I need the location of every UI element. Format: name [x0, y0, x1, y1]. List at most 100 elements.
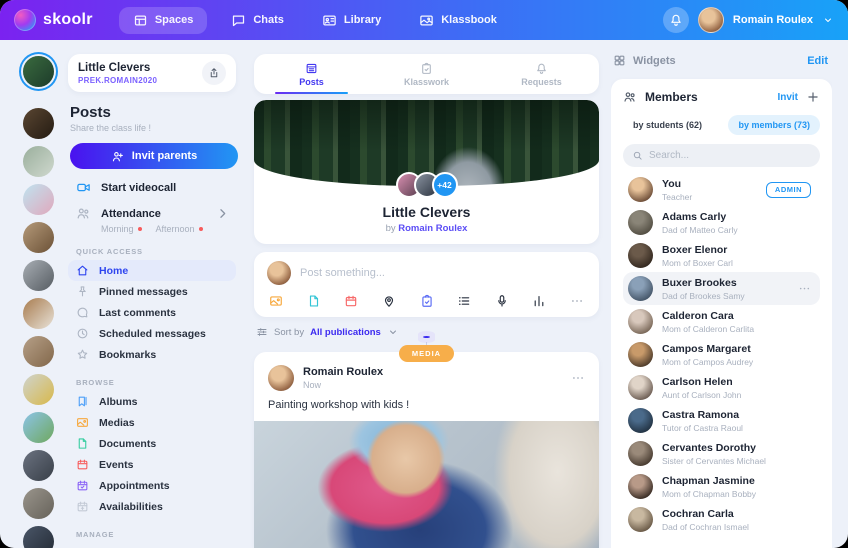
nav-item-label: Library	[344, 14, 381, 26]
member-row[interactable]: Castra RamonaTutor of Castra Raoul	[623, 404, 820, 437]
attach-mic-icon[interactable]	[495, 294, 509, 308]
class-author-link[interactable]: Romain Roulex	[398, 223, 467, 234]
sidebar-item-documents[interactable]: Documents	[68, 433, 236, 454]
member-name: You	[662, 178, 692, 190]
members-tab[interactable]: by members (73)	[728, 115, 820, 135]
content-tabs: PostsKlassworkRequests	[254, 54, 599, 94]
member-row[interactable]: Buxer BrookesDad of Brookes Samy	[623, 272, 820, 305]
post-author-name[interactable]: Romain Roulex	[303, 366, 383, 378]
attach-poll-icon[interactable]	[532, 294, 546, 308]
space-avatar[interactable]	[23, 336, 54, 367]
attach-clipboard-icon[interactable]	[420, 294, 434, 308]
space-avatar[interactable]	[23, 222, 54, 253]
member-row[interactable]: Carlson HelenAunt of Carlson John	[623, 371, 820, 404]
sidebar-item-last-comments[interactable]: Last comments	[68, 302, 236, 323]
attach-list-icon[interactable]	[457, 294, 471, 308]
notifications-button[interactable]	[663, 7, 689, 33]
sidebar-item-pinned-messages[interactable]: Pinned messages	[68, 281, 236, 302]
member-name: Castra Ramona	[662, 409, 743, 421]
sidebar-item-home[interactable]: Home	[68, 260, 236, 281]
chevron-down-icon[interactable]	[822, 14, 834, 26]
user-avatar[interactable]	[698, 7, 724, 33]
attendance-slot[interactable]: Morning	[101, 224, 142, 234]
attach-more-icon[interactable]	[570, 294, 584, 308]
sidebar-item-members[interactable]: Members	[68, 543, 236, 548]
member-row[interactable]: Campos MargaretMom of Campos Audrey	[623, 338, 820, 371]
member-row[interactable]: YouTeacherADMIN	[623, 173, 820, 206]
main-nav: Spaces Chats Library Klassbook	[119, 7, 511, 34]
member-count-badge[interactable]: +42	[432, 172, 458, 198]
attach-media-icon[interactable]	[269, 294, 283, 308]
attach-calendar-icon[interactable]	[344, 294, 358, 308]
members-search[interactable]	[623, 144, 820, 167]
member-row[interactable]: Cochran CarlaDad of Cochran Ismael	[623, 503, 820, 536]
space-avatar[interactable]	[23, 184, 54, 215]
space-avatar[interactable]	[23, 374, 54, 405]
sort-value-dropdown[interactable]: All publications	[310, 327, 381, 338]
space-avatar[interactable]	[23, 56, 54, 87]
sidebar-item-albums[interactable]: Albums	[68, 391, 236, 412]
tab-klasswork[interactable]: Klasswork	[369, 54, 484, 94]
tab-posts[interactable]: Posts	[254, 54, 369, 94]
member-row[interactable]: Calderon CaraMom of Calderon Carlita	[623, 305, 820, 338]
sidebar-item-bookmarks[interactable]: Bookmarks	[68, 344, 236, 365]
nav-item-spaces[interactable]: Spaces	[119, 7, 208, 34]
member-row[interactable]: Chapman JasmineMom of Chapman Bobby	[623, 470, 820, 503]
class-name: Little Clevers	[78, 62, 202, 74]
member-name: Cervantes Dorothy	[662, 442, 766, 454]
tab-requests[interactable]: Requests	[484, 54, 599, 94]
post-author-avatar[interactable]	[268, 365, 294, 391]
member-avatars-stack[interactable]: +42	[254, 172, 599, 198]
app-logo-text: skoolr	[43, 11, 93, 29]
space-avatar[interactable]	[23, 488, 54, 519]
member-more-button[interactable]	[798, 282, 811, 295]
space-avatar[interactable]	[23, 526, 54, 548]
member-meta: YouTeacher	[662, 178, 692, 202]
add-member-button[interactable]	[806, 90, 820, 104]
member-row[interactable]: Boxer ElenorMom of Boxer Carl	[623, 239, 820, 272]
attendance-button[interactable]: Attendance	[76, 206, 236, 221]
document-icon	[76, 437, 89, 450]
member-meta: Adams CarlyDad of Matteo Carly	[662, 211, 738, 235]
attach-document-icon[interactable]	[307, 294, 321, 308]
sidebar-item-label: Availabilities	[99, 501, 163, 513]
member-name: Buxer Brookes	[662, 277, 745, 289]
member-row[interactable]: Cervantes DorothySister of Cervantes Mic…	[623, 437, 820, 470]
sidebar-item-events[interactable]: Events	[68, 454, 236, 475]
space-avatar[interactable]	[23, 298, 54, 329]
nav-item-klassbook[interactable]: Klassbook	[405, 7, 511, 34]
space-avatar[interactable]	[23, 412, 54, 443]
class-card[interactable]: Little Clevers PREK.ROMAIN2020	[68, 54, 236, 92]
post-input[interactable]	[300, 267, 586, 279]
sidebar-item-scheduled-messages[interactable]: Scheduled messages	[68, 323, 236, 344]
nav-item-chats[interactable]: Chats	[217, 7, 298, 34]
attendance-label: Attendance	[101, 208, 161, 220]
space-avatar[interactable]	[23, 450, 54, 481]
edit-widgets-button[interactable]: Edit	[807, 55, 828, 67]
sidebar-item-appointments[interactable]: Appointments	[68, 475, 236, 496]
invite-parents-button[interactable]: Invit parents	[70, 143, 238, 169]
members-tab[interactable]: by students (62)	[623, 115, 712, 135]
members-search-input[interactable]	[649, 150, 811, 161]
post-image[interactable]	[254, 421, 599, 548]
space-avatar[interactable]	[23, 146, 54, 177]
member-row[interactable]: Adams CarlyDad of Matteo Carly	[623, 206, 820, 239]
sidebar-item-availabilities[interactable]: Availabilities	[68, 496, 236, 517]
widgets-title: Widgets	[633, 55, 676, 67]
sidebar-item-medias[interactable]: Medias	[68, 412, 236, 433]
member-relation: Aunt of Carlson John	[662, 390, 741, 400]
section-subtitle: Share the class life !	[70, 123, 236, 133]
invite-members-button[interactable]: Invit	[777, 92, 798, 103]
chevron-down-icon[interactable]	[387, 326, 399, 338]
start-videocall-button[interactable]: Start videocall	[76, 180, 236, 195]
attendance-slot[interactable]: Afternoon	[156, 224, 203, 234]
sidebar-item-label: Last comments	[99, 307, 176, 319]
space-avatar[interactable]	[23, 108, 54, 139]
share-class-button[interactable]	[202, 61, 226, 85]
attach-location-icon[interactable]	[382, 294, 396, 308]
bell-icon	[669, 13, 683, 27]
app-logo[interactable]: skoolr	[14, 9, 93, 31]
post-more-button[interactable]	[571, 371, 585, 385]
space-avatar[interactable]	[23, 260, 54, 291]
nav-item-library[interactable]: Library	[308, 7, 395, 34]
